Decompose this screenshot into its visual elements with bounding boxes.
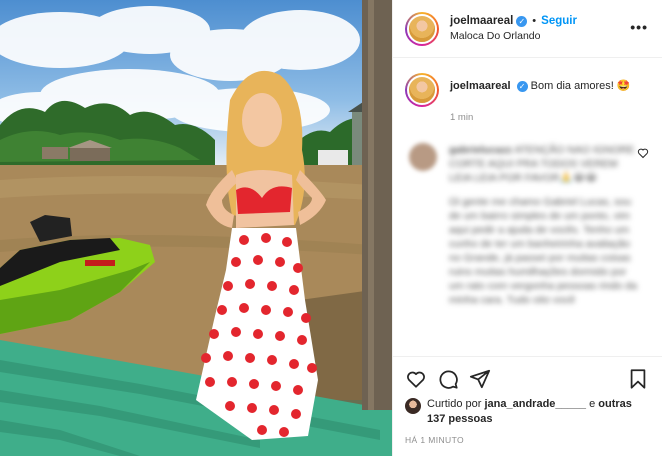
- liked-prefix: Curtido por: [427, 398, 482, 410]
- actions-section: Curtido por jana_andrade_____ e outras 1…: [393, 356, 662, 456]
- liked-conj: e: [589, 398, 596, 410]
- liker-username[interactable]: jana_andrade_____: [484, 398, 586, 410]
- share-icon[interactable]: [469, 368, 491, 390]
- caption-text: Bom dia amores! 🤩: [530, 80, 631, 92]
- heart-icon[interactable]: [405, 368, 427, 390]
- liked-by-text: Curtido por jana_andrade_____ e outras 1…: [427, 397, 651, 427]
- more-options-icon[interactable]: •••: [630, 19, 648, 35]
- header-line: joelmaareal ✓ • Seguir: [450, 15, 577, 27]
- comment-heart-icon[interactable]: [637, 147, 649, 159]
- verified-badge-icon: ✓: [516, 15, 528, 27]
- verified-badge-icon: ✓: [516, 81, 528, 92]
- action-icons: [393, 357, 662, 393]
- avatar-image: [407, 13, 437, 44]
- comment-icon[interactable]: [437, 368, 459, 390]
- avatar-image: [407, 75, 437, 105]
- author-username[interactable]: joelmaareal: [450, 15, 513, 27]
- caption-body: joelmaareal ✓ Bom dia amores! 🤩 1 min: [450, 73, 631, 125]
- post-header: joelmaareal ✓ • Seguir Maloca Do Orlando…: [393, 0, 662, 58]
- commenter-avatar[interactable]: [409, 143, 437, 171]
- post-timestamp[interactable]: HÁ 1 MINUTO: [393, 427, 662, 445]
- post-sidebar: joelmaareal ✓ • Seguir Maloca Do Orlando…: [392, 0, 662, 456]
- follow-button[interactable]: Seguir: [541, 15, 577, 27]
- comment-item: gabrielucazz ATENÇÃO NAO IGNORE CORTE AQ…: [393, 125, 662, 317]
- comment-line-2: Oi gente me chamo Gabriel Lucas, sou de …: [449, 196, 637, 306]
- bookmark-icon[interactable]: [627, 368, 649, 390]
- header-text: joelmaareal ✓ • Seguir Maloca Do Orlando: [450, 15, 577, 42]
- wooden-post: [362, 0, 392, 410]
- caption-username[interactable]: joelmaareal: [450, 80, 511, 92]
- caption-time[interactable]: 1 min: [450, 111, 631, 125]
- comments-area[interactable]: joelmaareal ✓ Bom dia amores! 🤩 1 min ga…: [393, 59, 662, 355]
- commenter-username[interactable]: gabrielucazz: [449, 144, 512, 156]
- caption-avatar[interactable]: [405, 73, 439, 107]
- liked-by: Curtido por jana_andrade_____ e outras 1…: [393, 393, 662, 427]
- post-photo[interactable]: [0, 0, 392, 456]
- liker-avatar[interactable]: [405, 398, 421, 414]
- post-location[interactable]: Maloca Do Orlando: [450, 30, 577, 42]
- caption: joelmaareal ✓ Bom dia amores! 🤩 1 min: [393, 59, 662, 125]
- comment-text: gabrielucazz ATENÇÃO NAO IGNORE CORTE AQ…: [449, 143, 639, 317]
- photo-scene: [0, 0, 392, 456]
- author-avatar[interactable]: [405, 11, 439, 46]
- separator-dot: •: [532, 15, 537, 27]
